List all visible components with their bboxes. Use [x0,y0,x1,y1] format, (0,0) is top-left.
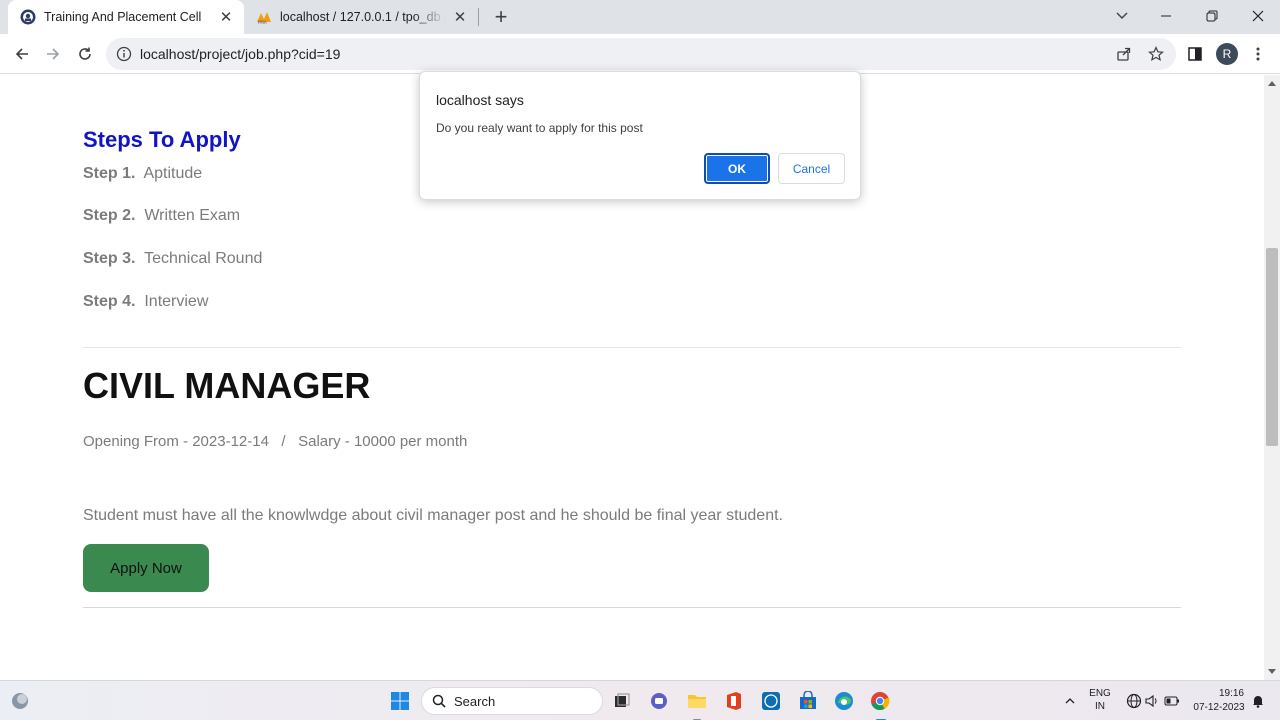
close-window-button[interactable] [1235,0,1280,32]
step-item: Step 2. Written Exam [83,207,240,225]
browser-tabstrip: Training And Placement Cell ✕ PMA localh… [0,0,1280,34]
minimize-button[interactable] [1143,0,1189,32]
language-indicator[interactable]: ENG IN [1087,688,1113,712]
step-text: Technical Round [144,250,263,267]
site-info-icon[interactable] [116,46,132,62]
battery-icon[interactable] [1160,689,1184,713]
task-view-icon[interactable] [610,689,634,713]
clock-date: 07-12-2023 [1193,702,1245,713]
taskbar: Search ENG IN 19:16 07-12-2023 [0,680,1280,720]
office-icon[interactable] [722,689,746,713]
page-scrollbar[interactable] [1264,75,1280,680]
tab-separator [478,8,479,26]
bookmark-star-icon[interactable] [1146,44,1166,64]
file-explorer-icon[interactable] [685,689,709,713]
dialog-message: Do you realy want to apply for this post [436,121,643,135]
edge-browser-icon[interactable] [832,689,856,713]
tab-phpmyadmin[interactable]: PMA localhost / 127.0.0.1 / tpo_db / s ✕ [248,0,478,34]
svg-text:PMA: PMA [258,20,267,25]
chrome-icon[interactable] [868,689,892,713]
dell-app-icon[interactable] [759,689,783,713]
chat-icon[interactable] [647,689,671,713]
job-meta: Opening From - 2023-12-14 / Salary - 100… [83,433,468,450]
step-item: Step 1. Aptitude [83,165,202,183]
cancel-button[interactable]: Cancel [778,153,845,184]
job-description: Student must have all the knowlwdge abou… [83,507,783,524]
close-tab-icon[interactable]: ✕ [218,9,234,26]
site-logo-icon [20,9,36,25]
step-text: Interview [144,293,209,310]
search-placeholder: Search [454,693,496,709]
taskbar-search[interactable]: Search [421,687,603,715]
side-panel-icon[interactable] [1181,40,1209,68]
tab-title: localhost / 127.0.0.1 / tpo_db / s [280,10,446,24]
share-icon[interactable] [1114,44,1134,64]
notification-bell-icon[interactable] [1246,689,1270,713]
confirm-dialog: localhost says Do you realy want to appl… [419,71,861,200]
step-number: Step 4. [83,293,136,310]
menu-kebab-icon[interactable] [1244,40,1272,68]
steps-heading: Steps To Apply [83,127,241,152]
address-bar[interactable]: localhost/project/job.php?cid=19 [106,38,1176,70]
section-divider [83,347,1181,348]
back-button[interactable] [8,40,36,68]
section-divider [83,607,1181,608]
region-code: IN [1095,701,1105,712]
apply-now-button[interactable]: Apply Now [83,544,209,592]
tab-training-placement[interactable]: Training And Placement Cell ✕ [8,0,244,34]
clock-time: 19:16 [1218,688,1244,699]
step-number: Step 2. [83,207,136,224]
job-title: CIVIL MANAGER [83,365,371,406]
clock[interactable]: 19:16 07-12-2023 [1186,688,1252,713]
close-tab-icon[interactable]: ✕ [452,9,468,26]
windows-start-icon[interactable] [388,689,412,713]
forward-button[interactable] [39,40,67,68]
step-number: Step 1. [83,165,136,182]
ok-button[interactable]: OK [704,153,770,184]
language-code: ENG [1089,688,1111,699]
weather-widget-icon[interactable] [8,689,32,713]
avatar: R [1216,43,1238,65]
step-item: Step 4. Interview [83,293,208,311]
browser-toolbar: localhost/project/job.php?cid=19 R [0,34,1280,74]
scroll-up-icon[interactable] [1268,81,1276,86]
reload-button[interactable] [71,40,99,68]
scrollbar-thumb[interactable] [1266,248,1278,446]
new-tab-button[interactable]: + [488,4,514,30]
restore-button[interactable] [1189,0,1235,32]
step-text: Aptitude [143,165,203,182]
profile-button[interactable]: R [1213,40,1241,68]
phpmyadmin-icon: PMA [256,9,272,25]
dialog-title: localhost says [436,92,524,108]
address-url[interactable]: localhost/project/job.php?cid=19 [140,46,340,62]
show-hidden-icons-chevron[interactable] [1058,689,1082,713]
search-icon [432,694,446,708]
scroll-down-icon[interactable] [1268,669,1276,674]
tab-title: Training And Placement Cell [44,10,202,24]
microsoft-store-icon[interactable] [796,689,820,713]
tab-search-chevron-icon[interactable] [1108,4,1136,28]
step-number: Step 3. [83,250,136,267]
step-item: Step 3. Technical Round [83,250,262,268]
step-text: Written Exam [144,207,241,224]
